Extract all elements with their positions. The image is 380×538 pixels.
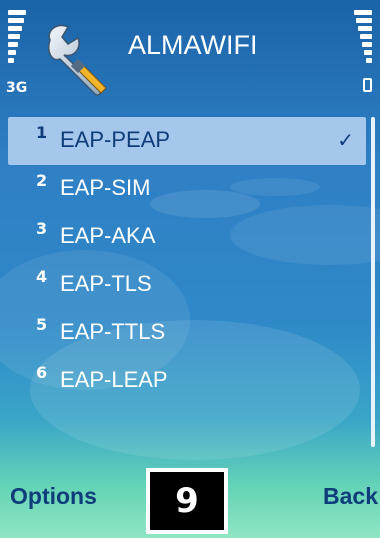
list-item[interactable]: 4 EAP-TLS	[8, 261, 366, 309]
item-number: 3	[36, 219, 48, 238]
battery-icon	[363, 78, 372, 92]
eap-method-list: 1 EAP-PEAP ✓ 2 EAP-SIM 3 EAP-AKA 4 EAP-T…	[8, 117, 366, 405]
item-number: 6	[36, 363, 48, 382]
list-item[interactable]: 6 EAP-LEAP	[8, 357, 366, 405]
scrollbar-thumb[interactable]	[371, 117, 375, 447]
back-softkey[interactable]: Back	[323, 483, 378, 510]
item-label: EAP-PEAP	[60, 127, 171, 152]
network-type-label: 3G	[6, 80, 28, 96]
item-label: EAP-AKA	[60, 223, 156, 248]
list-item[interactable]: 1 EAP-PEAP ✓	[8, 117, 366, 165]
check-icon: ✓	[337, 128, 354, 152]
key-number-badge: 9	[146, 468, 228, 534]
scrollbar[interactable]	[371, 117, 375, 447]
list-item[interactable]: 2 EAP-SIM	[8, 165, 366, 213]
item-number: 4	[36, 267, 48, 286]
item-label: EAP-LEAP	[60, 367, 168, 392]
item-label: EAP-TTLS	[60, 319, 166, 344]
status-bar: 3G ALMAWIFI	[0, 0, 380, 110]
list-item[interactable]: 5 EAP-TTLS	[8, 309, 366, 357]
key-number-label: 9	[150, 472, 224, 530]
battery-level-icon	[354, 10, 372, 66]
wrench-settings-icon	[48, 24, 107, 96]
phone-screen: 3G ALMAWIFI 1 EAP-PEAP ✓ 2 EAP-SIM 3 EAP…	[0, 0, 380, 538]
list-item[interactable]: 3 EAP-AKA	[8, 213, 366, 261]
item-number: 5	[36, 315, 48, 334]
app-title: ALMAWIFI	[128, 30, 258, 60]
item-number: 2	[36, 171, 48, 190]
options-softkey[interactable]: Options	[10, 483, 97, 510]
item-number: 1	[36, 123, 48, 142]
signal-strength-icon	[8, 10, 26, 66]
item-label: EAP-SIM	[60, 175, 151, 200]
item-label: EAP-TLS	[60, 271, 152, 296]
